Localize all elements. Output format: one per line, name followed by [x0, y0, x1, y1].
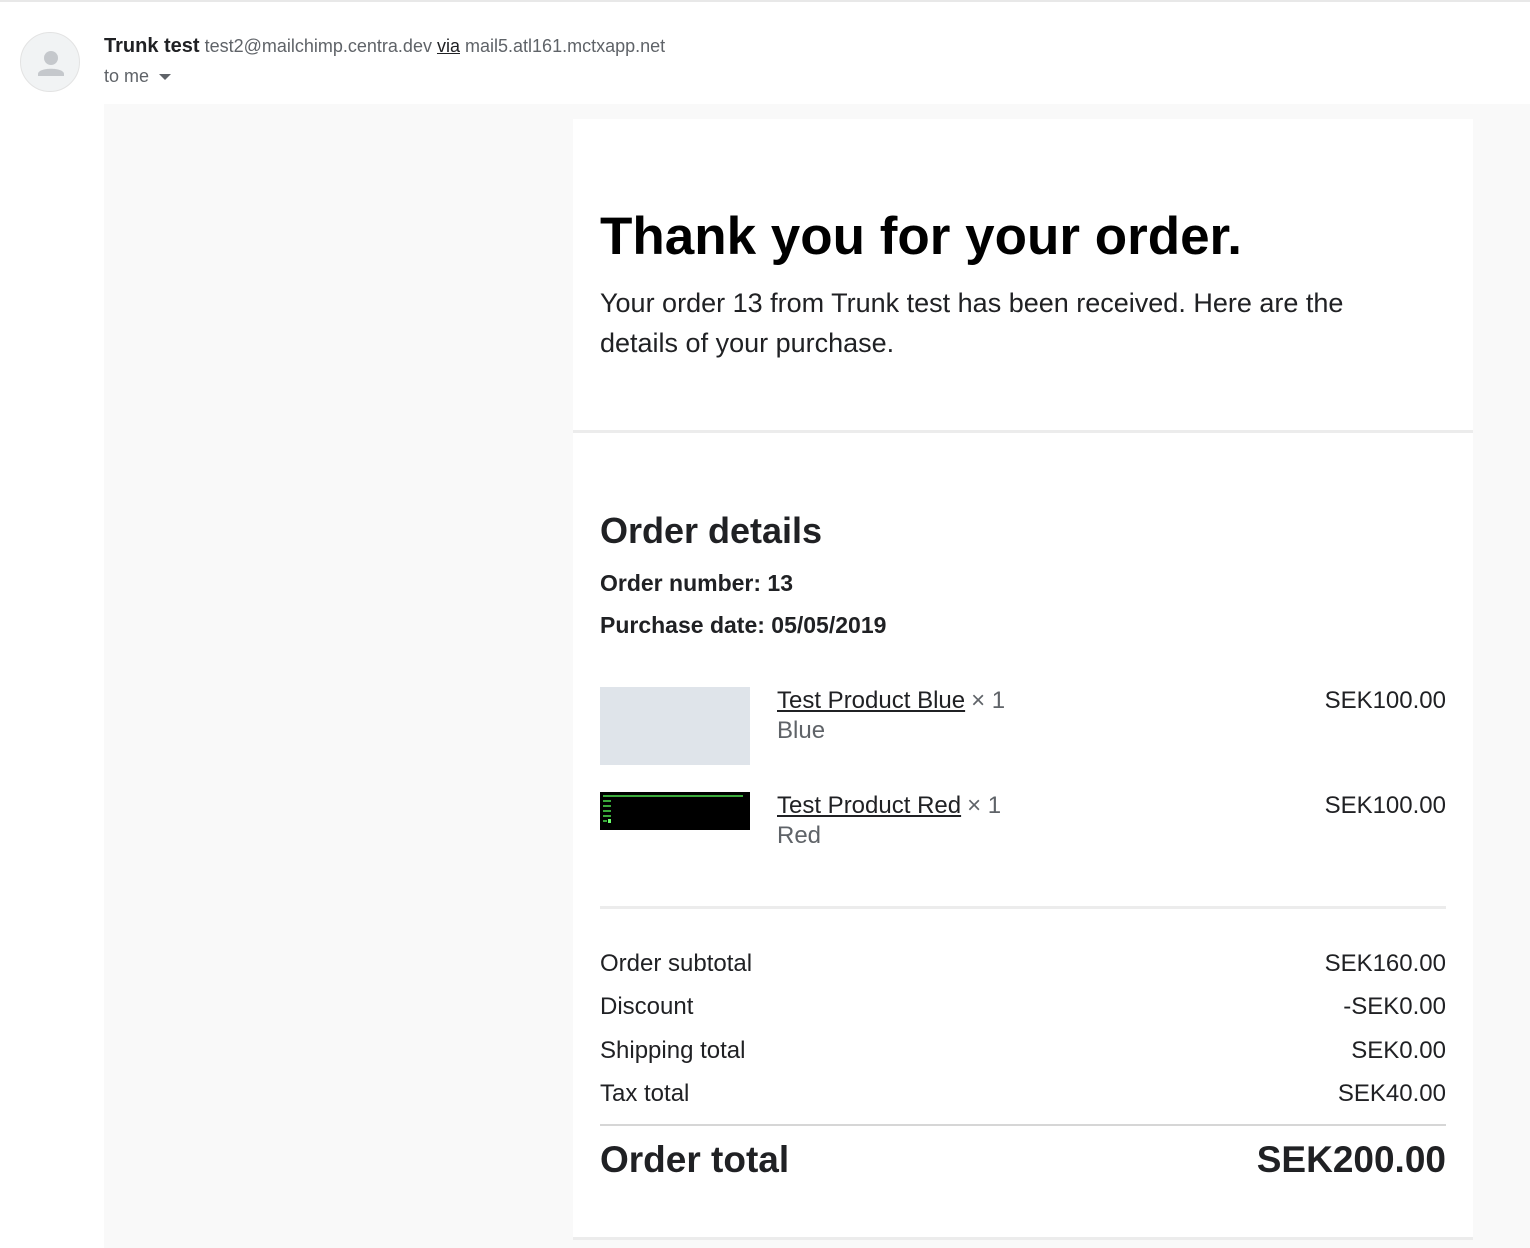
- sender-avatar[interactable]: [20, 32, 80, 92]
- intro-section: [573, 119, 1473, 430]
- sender-email: test2@mailchimp.centra.dev: [204, 36, 432, 56]
- subtotal-value: SEK160.00: [1324, 950, 1446, 977]
- product-link-blue[interactable]: Test Product Blue: [777, 687, 965, 714]
- item-variant: Red: [777, 822, 822, 849]
- order-total-value: SEK200.00: [1256, 1139, 1446, 1180]
- shipping-value: SEK0.00: [1351, 1037, 1446, 1064]
- items-divider: [600, 906, 1446, 909]
- email-intro: Your order 13 from Trunk test has been r…: [600, 288, 1344, 358]
- email-headline: Thank you for your order.: [600, 207, 1242, 266]
- sender-line: Trunk test test2@mailchimp.centra.dev vi…: [104, 34, 665, 58]
- discount-value: -SEK0.00: [1343, 993, 1446, 1020]
- item-name-line: Test Product Blue × 1: [777, 686, 1005, 716]
- item-variant: Blue: [777, 717, 826, 744]
- item-qty: × 1: [971, 687, 1006, 714]
- item-qty: × 1: [967, 792, 1002, 819]
- total-divider: [600, 1124, 1446, 1126]
- tax-value: SEK40.00: [1337, 1080, 1446, 1107]
- terminal-screenshot-image: [600, 792, 750, 830]
- product-thumbnail-blue[interactable]: [600, 687, 750, 765]
- order-total-label: Order total: [600, 1139, 790, 1180]
- to-label: to me: [104, 66, 150, 86]
- top-border: [0, 0, 1530, 2]
- discount-label: Discount: [600, 993, 694, 1020]
- person-icon: [38, 51, 64, 76]
- item-price: SEK100.00: [1324, 792, 1446, 819]
- order-number: Order number: 13: [600, 570, 793, 596]
- order-details-title: Order details: [600, 510, 823, 551]
- tax-label: Tax total: [600, 1080, 690, 1107]
- order-section: [573, 433, 1473, 1237]
- via-link[interactable]: via: [437, 36, 460, 56]
- sender-name[interactable]: Trunk test: [104, 35, 200, 57]
- chevron-down-icon[interactable]: [159, 74, 172, 81]
- purchase-date: Purchase date: 05/05/2019: [600, 612, 887, 638]
- product-thumbnail-red[interactable]: [600, 792, 750, 830]
- subtotal-label: Order subtotal: [600, 950, 753, 977]
- via-host: mail5.atl161.mctxapp.net: [465, 36, 666, 56]
- item-price: SEK100.00: [1324, 687, 1446, 714]
- item-name-line: Test Product Red × 1: [777, 791, 1001, 821]
- recipients-toggle[interactable]: to me: [104, 64, 172, 88]
- shipping-label: Shipping total: [600, 1037, 746, 1064]
- section-divider-bottom: [573, 1237, 1473, 1240]
- product-link-red[interactable]: Test Product Red: [777, 792, 961, 819]
